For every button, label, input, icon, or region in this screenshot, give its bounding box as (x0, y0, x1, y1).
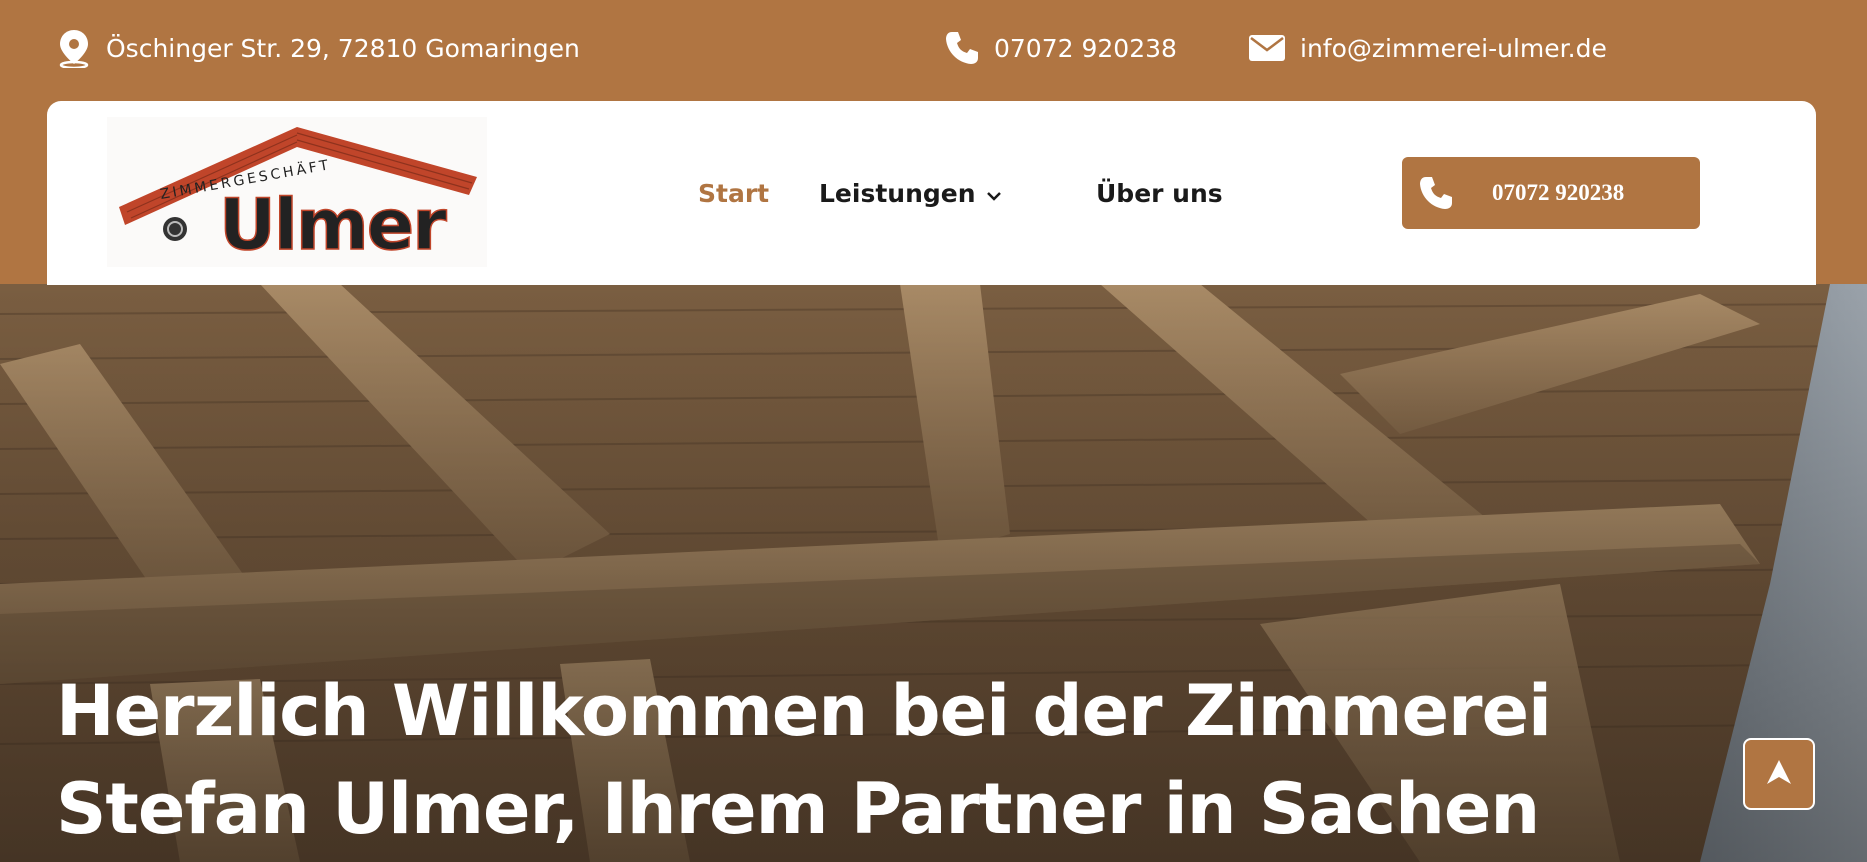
nav-item-leistungen[interactable]: Leistungen (819, 179, 1002, 208)
topbar-phone-link[interactable]: 07072 920238 (944, 0, 1177, 96)
topbar-email-text: info@zimmerei-ulmer.de (1300, 33, 1607, 63)
logo-link[interactable]: ZIMMERGESCHÄFT Ulmer (107, 117, 487, 267)
envelope-icon (1248, 34, 1286, 62)
phone-icon (1418, 175, 1454, 216)
logo-image: ZIMMERGESCHÄFT Ulmer (119, 127, 477, 267)
hero-title-line1: Herzlich Willkommen bei der Zimmerei (56, 670, 1552, 752)
header-call-button[interactable]: 07072 920238 (1402, 157, 1700, 229)
nav-item-start[interactable]: Start (698, 179, 769, 208)
scroll-to-top-button[interactable] (1743, 738, 1815, 810)
hero-title: Herzlich Willkommen bei der Zimmerei Ste… (56, 662, 1556, 858)
topbar-email-link[interactable]: info@zimmerei-ulmer.de (1248, 0, 1607, 96)
site-header: ZIMMERGESCHÄFT Ulmer Start Leistungen Üb… (47, 101, 1816, 285)
header-call-label: 07072 920238 (1492, 180, 1625, 205)
map-pin-icon (56, 28, 92, 68)
address-item: Öschinger Str. 29, 72810 Gomaringen (56, 0, 580, 96)
hero-title-line2: Stefan Ulmer, Ihrem Partner in Sachen (56, 768, 1540, 850)
logo-name: Ulmer (219, 184, 447, 266)
address-text: Öschinger Str. 29, 72810 Gomaringen (106, 33, 580, 63)
phone-icon (944, 30, 980, 66)
topbar-phone-text: 07072 920238 (994, 33, 1177, 63)
arrow-up-icon (1764, 757, 1794, 792)
chevron-down-icon (986, 179, 1002, 208)
nav-item-leistungen-label: Leistungen (819, 178, 976, 208)
top-contact-bar: Öschinger Str. 29, 72810 Gomaringen 0707… (0, 0, 1867, 100)
nav-item-ueber-uns[interactable]: Über uns (1096, 179, 1223, 208)
